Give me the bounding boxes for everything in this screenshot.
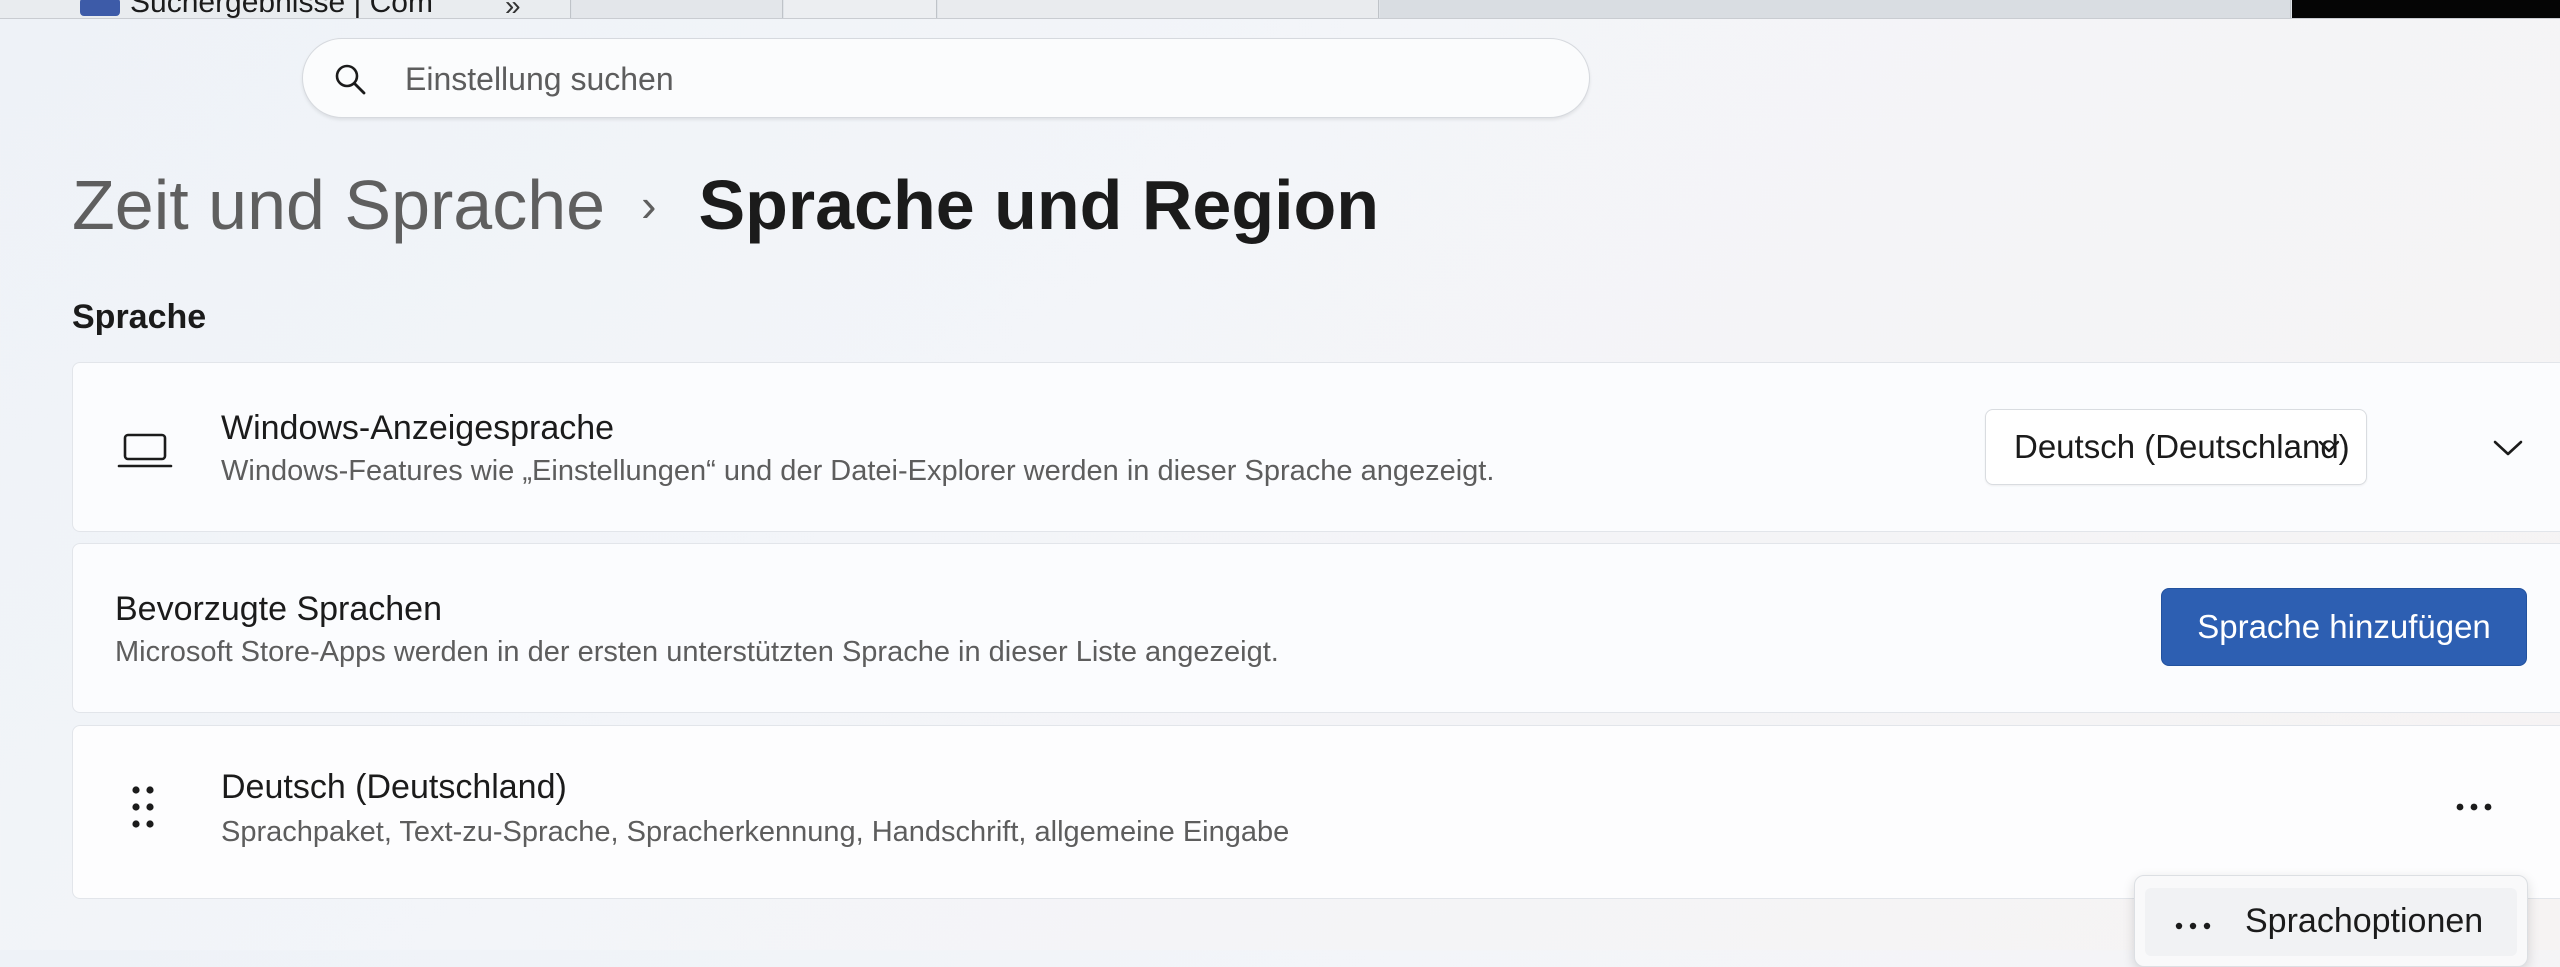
menu-item-language-options[interactable]: Sprachoptionen bbox=[2145, 888, 2517, 956]
display-language-description: Windows-Features wie „Einstellungen“ und… bbox=[221, 455, 1495, 487]
preferred-languages-card: Bevorzugte Sprachen Microsoft Store-Apps… bbox=[72, 543, 2560, 713]
breadcrumb-parent-link[interactable]: Zeit und Sprache bbox=[72, 165, 605, 245]
more-icon[interactable] bbox=[2449, 792, 2499, 822]
chevron-down-icon bbox=[2318, 440, 2340, 453]
browser-tab[interactable]: Suchergebnisse | Com » bbox=[0, 0, 571, 21]
tab-favicon-icon bbox=[80, 0, 120, 16]
language-list-item[interactable]: Deutsch (Deutschland) Sprachpaket, Text-… bbox=[72, 725, 2560, 899]
laptop-icon bbox=[117, 433, 173, 468]
browser-tab-title: Suchergebnisse | Com bbox=[130, 0, 433, 19]
expand-chevron-icon[interactable] bbox=[2493, 439, 2523, 457]
preferred-languages-title: Bevorzugte Sprachen bbox=[115, 590, 442, 628]
drag-handle-icon[interactable] bbox=[129, 784, 157, 830]
background-tab[interactable] bbox=[1380, 0, 2291, 18]
display-language-dropdown[interactable]: Deutsch (Deutschland) bbox=[1985, 409, 2367, 485]
display-language-title: Windows-Anzeigesprache bbox=[221, 409, 615, 447]
breadcrumb-chevron-icon: › bbox=[641, 179, 657, 231]
background-tab[interactable] bbox=[784, 0, 1636, 18]
dropdown-selected-value: Deutsch (Deutschland) bbox=[2014, 428, 2350, 465]
search-input[interactable] bbox=[403, 53, 1547, 105]
background-tab[interactable] bbox=[572, 0, 783, 18]
more-icon bbox=[2175, 922, 2211, 930]
menu-item-label: Sprachoptionen bbox=[2245, 902, 2484, 940]
add-language-button[interactable]: Sprache hinzufügen bbox=[2161, 588, 2527, 666]
tab-overflow-icon[interactable]: » bbox=[505, 0, 521, 22]
background-window bbox=[2292, 0, 2560, 18]
preferred-languages-description: Microsoft Store-Apps werden in der erste… bbox=[115, 636, 1279, 668]
language-item-title: Deutsch (Deutschland) bbox=[221, 768, 567, 806]
background-tab[interactable] bbox=[938, 0, 1379, 18]
display-language-card[interactable]: Windows-Anzeigesprache Windows-Features … bbox=[72, 362, 2560, 532]
section-title: Sprache bbox=[72, 298, 207, 336]
background-window-strip: Suchergebnisse | Com » bbox=[0, 0, 2560, 21]
language-context-menu: Sprachoptionen bbox=[2134, 875, 2528, 967]
language-item-description: Sprachpaket, Text-zu-Sprache, Spracherke… bbox=[221, 816, 1290, 848]
breadcrumb: Zeit und Sprache › Sprache und Region bbox=[72, 160, 1379, 250]
page-title: Sprache und Region bbox=[698, 166, 1380, 244]
settings-search-box[interactable] bbox=[302, 38, 1590, 118]
search-icon bbox=[335, 64, 366, 95]
